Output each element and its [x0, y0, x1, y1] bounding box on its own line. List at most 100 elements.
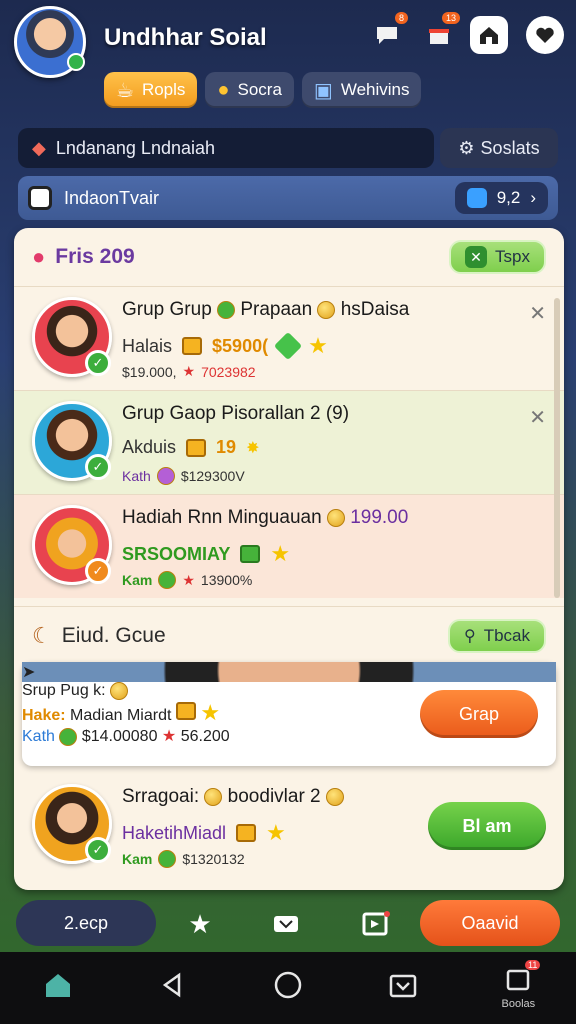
- app-header: Undhhar Soial 8 13 ☕ Ropls ● Socra ▣ Weh…: [0, 0, 576, 120]
- coin-icon: [317, 300, 336, 319]
- heart-icon[interactable]: [526, 16, 564, 54]
- coin-icon: [158, 571, 177, 589]
- list-item[interactable]: ✓ Grup Gaop Pisorallan 2 (9) Akduis 19 ✸…: [14, 390, 564, 494]
- profile-avatar[interactable]: [14, 6, 86, 78]
- grap-button[interactable]: Grap: [420, 690, 538, 738]
- close-icon[interactable]: ✕: [529, 405, 546, 430]
- card-title-text: Srup Pug k:: [22, 682, 106, 700]
- stat-value: 9,2: [496, 188, 521, 207]
- chat-icon[interactable]: 8: [368, 12, 408, 54]
- scrollbar[interactable]: [554, 298, 560, 598]
- star-icon: ★: [308, 333, 328, 358]
- avatar: ✓: [32, 784, 112, 864]
- search-row: ◆ Lndanang Lndnaiah ⚙ Soslats: [18, 128, 558, 168]
- primary-action-button[interactable]: Oaavid: [420, 900, 560, 946]
- check-badge-icon: ✓: [85, 558, 111, 584]
- top-tabs: ☕ Ropls ● Socra ▣ Wehivins: [104, 72, 422, 108]
- row-sub-text: Halais: [122, 335, 173, 356]
- circle-home-icon[interactable]: [258, 970, 318, 1007]
- media-icon[interactable]: [356, 904, 396, 944]
- row-title: Hadiah Rnn Minguauan 199.00: [122, 507, 408, 529]
- cross-icon: ✕: [465, 246, 488, 268]
- coin-icon: [156, 467, 175, 485]
- settings-button[interactable]: ⚙ Soslats: [440, 128, 558, 168]
- section-action-button[interactable]: ✕ Tspx: [449, 240, 546, 274]
- card-meta-1: Kath: [22, 728, 55, 746]
- row-meta: Kam $1320132: [122, 850, 245, 868]
- coin-icon: [325, 787, 344, 806]
- coin-icon: [204, 787, 223, 806]
- recents-button[interactable]: 11 Boolas: [488, 960, 548, 1010]
- join-button[interactable]: Bl am: [428, 802, 546, 850]
- row-subtitle: HaketihMiadl ★: [122, 820, 286, 846]
- card-meta-3: 56.200: [180, 728, 230, 746]
- settings-label: Soslats: [480, 137, 540, 158]
- filter-stat[interactable]: 9,2 ›: [454, 182, 548, 214]
- gift-icon[interactable]: 13: [420, 12, 460, 54]
- chest-icon: [240, 545, 261, 563]
- avatar: ✓: [32, 401, 112, 481]
- section-action-label: Tbcak: [483, 625, 530, 645]
- recents-label: Boolas: [501, 998, 536, 1010]
- check-badge-icon: ✓: [85, 350, 111, 376]
- row-title: Grup Grup Prapaan hsDaisa: [122, 299, 409, 321]
- avatar: ➤: [22, 662, 556, 682]
- send-badge-icon: ➤: [22, 664, 36, 681]
- row-title-text-2: boodivlar 2: [227, 786, 321, 807]
- left-pill-button[interactable]: 2.ecp: [16, 900, 156, 946]
- recents-badge: 11: [525, 960, 541, 970]
- box-icon: ▣: [313, 79, 333, 102]
- tab-label: Wehivins: [340, 80, 410, 99]
- row-meta-1: $19.000,: [122, 363, 177, 380]
- coin-icon: [217, 300, 236, 319]
- section-header: ☾ Eiud. Gcue ⚲ Tbcak: [14, 606, 564, 664]
- chest-icon: [182, 337, 203, 355]
- tab-wehivins[interactable]: ▣ Wehivins: [301, 72, 422, 108]
- section-action-label: Tspx: [495, 247, 530, 266]
- ticket-icon[interactable]: [266, 904, 306, 944]
- groups-panel: ● Fris 209 ✕ Tspx ✓ Grup Grup Prapaan hs…: [14, 228, 564, 890]
- close-icon[interactable]: ✕: [529, 301, 546, 326]
- coin-stack-icon: ●: [217, 78, 230, 101]
- group-card[interactable]: ➤ Srup Pug k: Hake: Madian Miardt ★ Kath…: [22, 662, 556, 766]
- filter-icon: [28, 186, 52, 210]
- coin-icon: [59, 728, 78, 746]
- inbox-icon[interactable]: [373, 971, 433, 1006]
- star-small-icon: ★: [161, 728, 177, 746]
- search-icon: ⚲: [463, 627, 476, 645]
- row-title-text: Grup Grup: [122, 299, 212, 320]
- star-small-icon: ★: [182, 571, 195, 588]
- list-item[interactable]: ✓ Hadiah Rnn Minguauan 199.00 SRSOOMIAY …: [14, 494, 564, 598]
- check-badge-icon: ✓: [85, 454, 111, 480]
- back-icon[interactable]: [143, 971, 203, 1006]
- star-small-icon: ★: [182, 363, 196, 379]
- star-icon[interactable]: ★: [180, 904, 220, 944]
- filter-bar[interactable]: IndaonTvair 9,2 ›: [18, 176, 558, 220]
- wrench-icon: ☾: [32, 622, 52, 648]
- section-action-button[interactable]: ⚲ Tbcak: [447, 618, 546, 653]
- chest-icon: [186, 438, 207, 457]
- section-header: ● Fris 209 ✕ Tspx: [14, 228, 564, 286]
- list-item[interactable]: ✓ Srragoai: boodivlar 2 HaketihMiadl ★ K…: [14, 774, 564, 878]
- row-reward: 19: [216, 437, 237, 457]
- tab-ropls[interactable]: ☕ Ropls: [104, 72, 198, 108]
- house-icon[interactable]: [470, 16, 508, 54]
- row-title-text-3: hsDaisa: [340, 299, 410, 320]
- home-icon[interactable]: [28, 971, 88, 1006]
- tab-socra[interactable]: ● Socra: [205, 72, 294, 108]
- filter-label: IndaonTvair: [64, 187, 160, 208]
- tab-label: Socra: [237, 80, 282, 99]
- row-meta-2: 13900%: [200, 572, 253, 588]
- row-title-text: Hadiah Rnn Minguauan: [122, 507, 322, 528]
- row-reward: $5900(: [212, 335, 269, 356]
- coin-icon: [110, 682, 129, 700]
- online-badge: [67, 53, 85, 71]
- row-title: Srragoai: boodivlar 2: [122, 786, 344, 808]
- row-meta-2: $1320132: [182, 851, 245, 867]
- app-title: Undhhar Soial: [104, 24, 267, 51]
- search-input[interactable]: ◆ Lndanang Lndnaiah: [18, 128, 434, 168]
- row-meta: $19.000, ★ 7023982: [122, 363, 256, 380]
- list-item[interactable]: ✓ Grup Grup Prapaan hsDaisa Halais $5900…: [14, 286, 564, 390]
- gift-badge: 13: [441, 12, 460, 24]
- tab-label: Ropls: [141, 80, 186, 99]
